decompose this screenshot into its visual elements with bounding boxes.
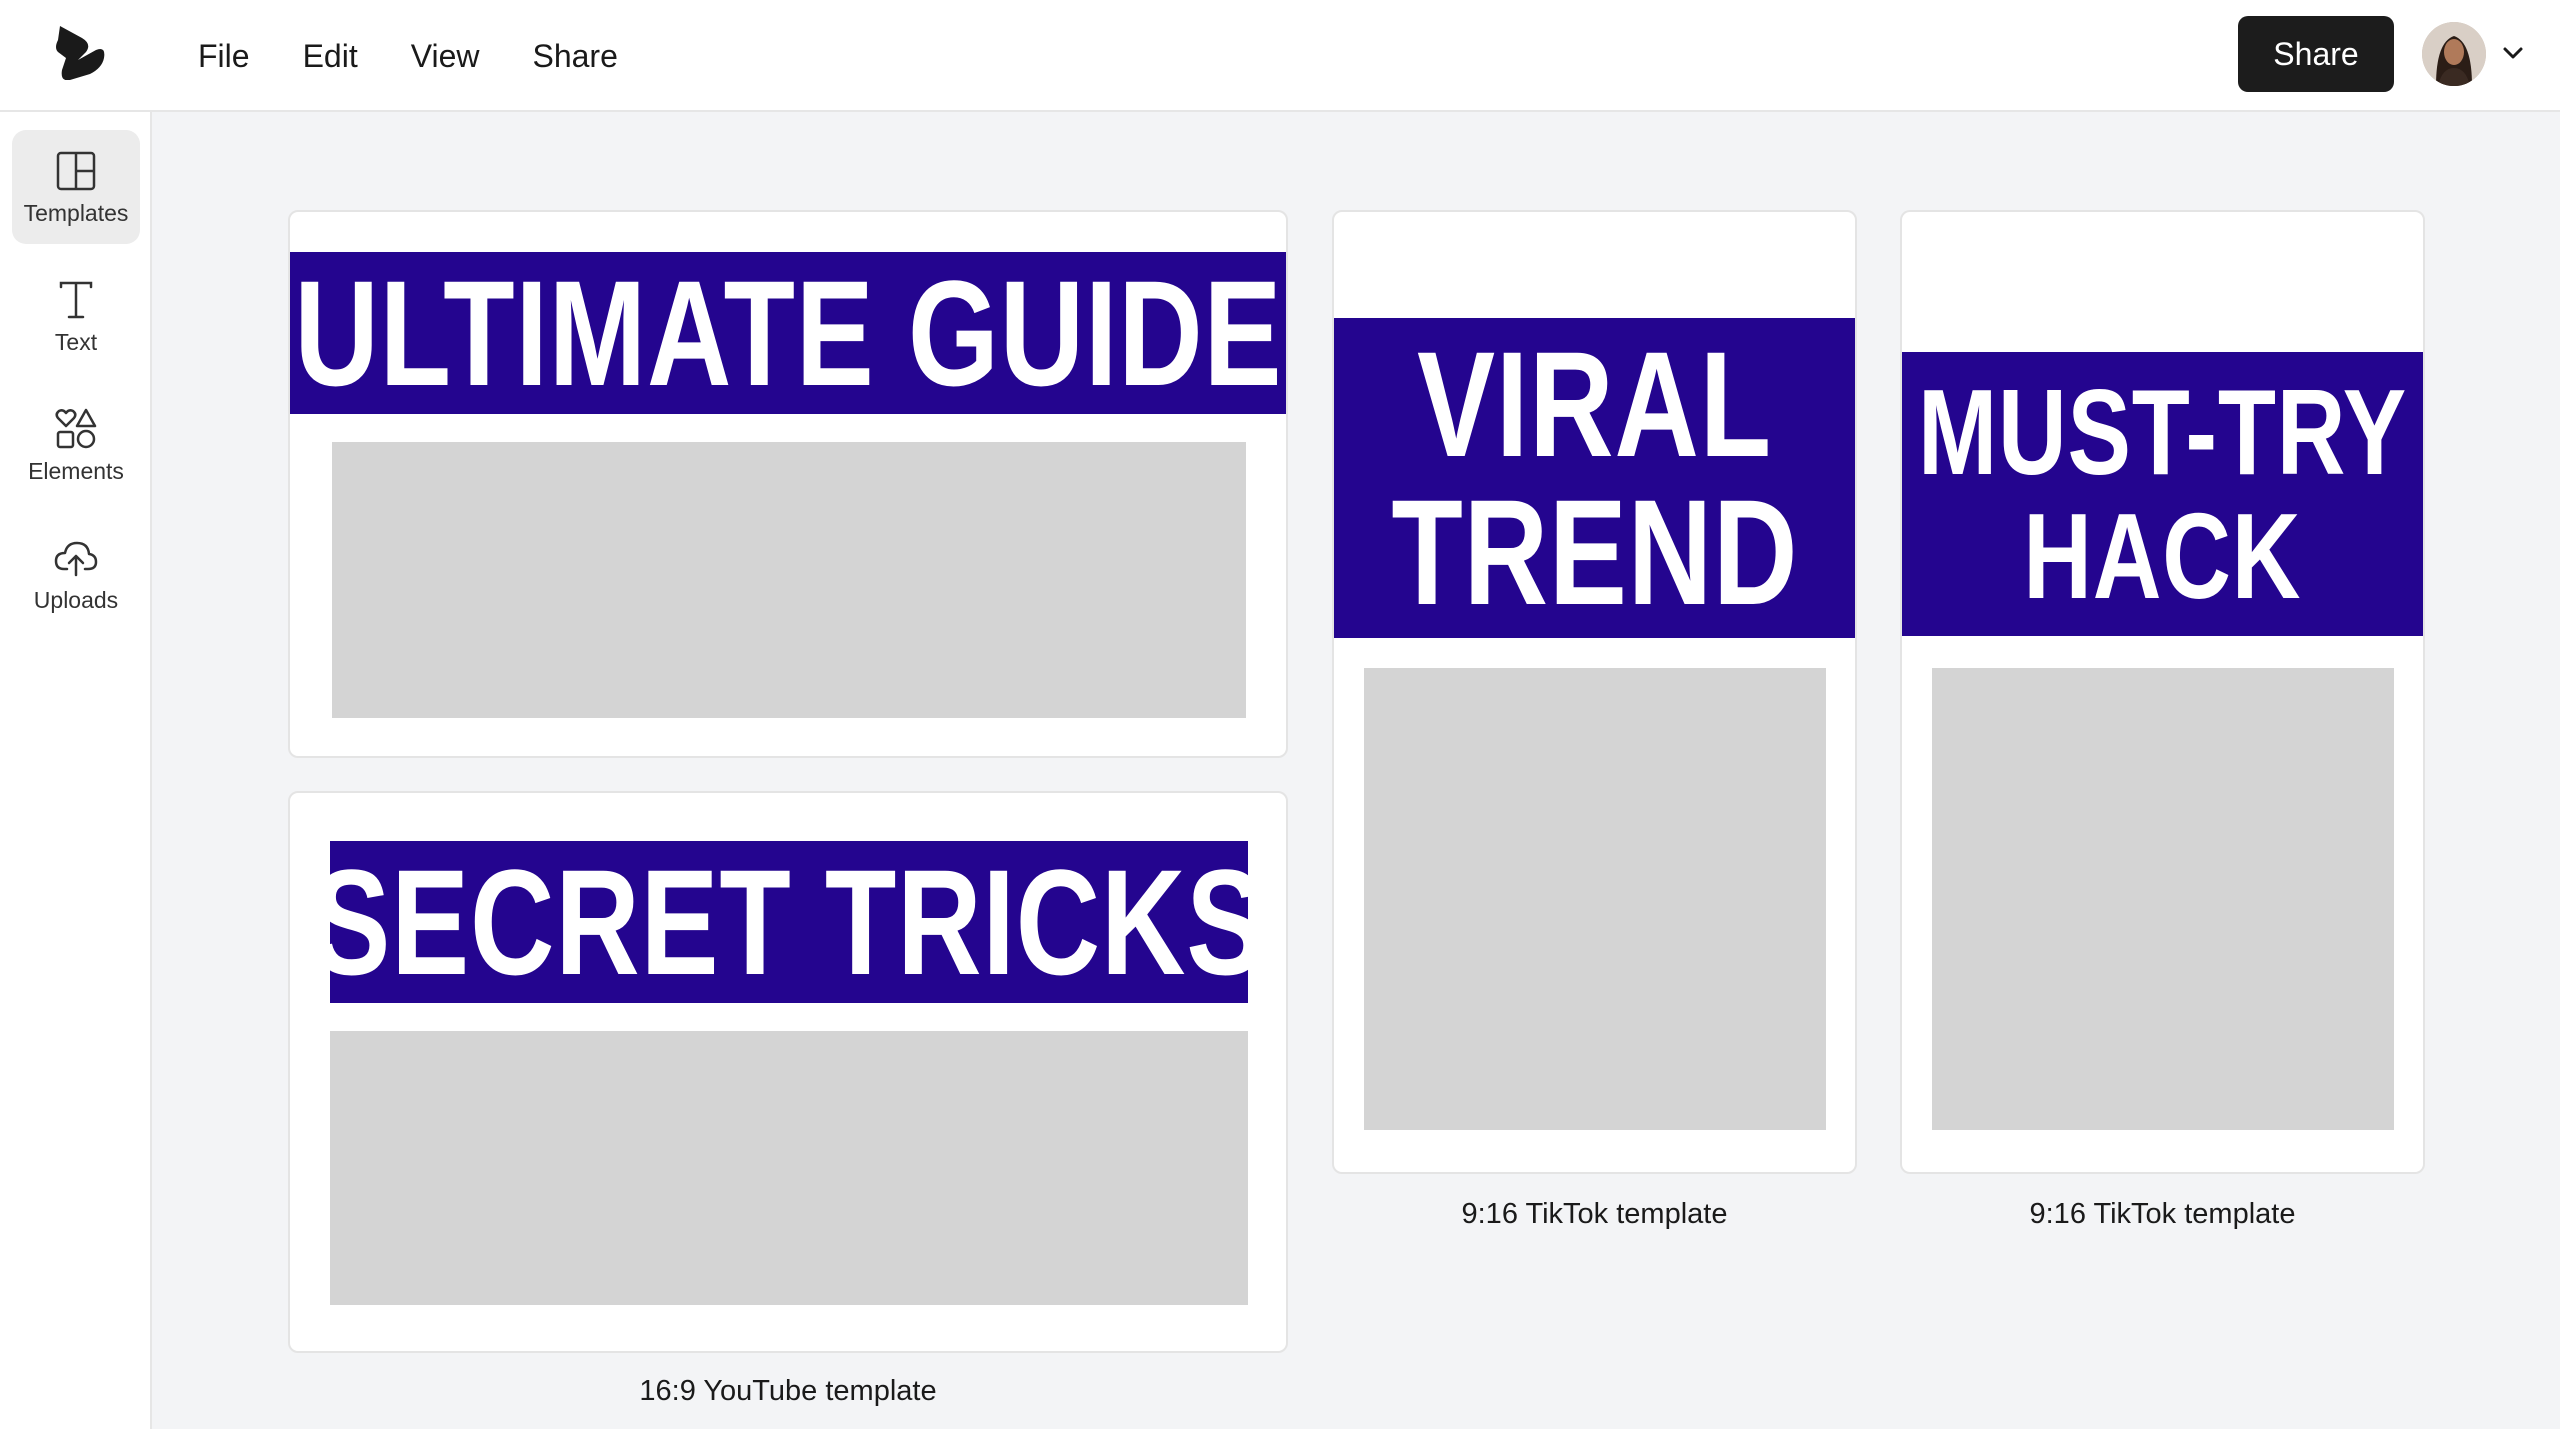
menu-view[interactable]: View bbox=[411, 38, 480, 75]
template-caption: 16:9 YouTube template bbox=[639, 1375, 937, 1407]
template-card-tiktok-must-try-hack[interactable]: MUST-TRY HACK bbox=[1900, 210, 2425, 1174]
main-menu: File Edit View Share bbox=[198, 0, 671, 112]
sidebar-item-label: Elements bbox=[28, 457, 124, 484]
left-sidebar: Templates Text Elements Uploads bbox=[0, 112, 152, 1429]
app-logo-icon[interactable] bbox=[56, 24, 106, 80]
image-placeholder bbox=[1364, 668, 1826, 1130]
layout-icon bbox=[56, 151, 96, 190]
cloud-upload-icon bbox=[54, 541, 98, 576]
template-title-banner: SECRET TRICKS bbox=[313, 838, 1265, 1006]
template-title: SECRET TRICKS bbox=[312, 837, 1266, 1006]
sidebar-item-elements[interactable]: Elements bbox=[12, 388, 140, 502]
top-bar: File Edit View Share Share bbox=[0, 0, 2560, 112]
menu-share[interactable]: Share bbox=[532, 38, 617, 75]
sidebar-item-label: Text bbox=[54, 328, 98, 355]
image-placeholder bbox=[330, 1031, 1248, 1305]
image-placeholder bbox=[332, 442, 1246, 718]
template-title-line1: VIRAL bbox=[1417, 320, 1772, 488]
avatar-photo-icon bbox=[2422, 22, 2486, 86]
shapes-icon bbox=[55, 408, 97, 448]
chevron-down-icon[interactable] bbox=[2498, 38, 2528, 68]
sidebar-item-label: Uploads bbox=[33, 586, 119, 613]
template-caption: 9:16 TikTok template bbox=[2029, 1198, 2296, 1230]
sidebar-item-text[interactable]: Text bbox=[12, 259, 140, 373]
template-title-banner: ULTIMATE GUIDE bbox=[290, 249, 1286, 417]
user-avatar[interactable] bbox=[2422, 22, 2486, 86]
template-card-tiktok-viral-trend[interactable]: VIRAL TREND bbox=[1332, 210, 1857, 1174]
share-button[interactable]: Share bbox=[2238, 16, 2394, 92]
menu-edit[interactable]: Edit bbox=[303, 38, 358, 75]
template-caption: 9:16 TikTok template bbox=[1461, 1198, 1728, 1230]
template-title-line1: MUST-TRY bbox=[1917, 364, 2408, 500]
template-title-line2: TREND bbox=[1391, 468, 1798, 636]
text-icon bbox=[59, 281, 93, 318]
menu-file[interactable]: File bbox=[198, 38, 250, 75]
template-card-youtube-ultimate-guide[interactable]: ULTIMATE GUIDE bbox=[288, 210, 1288, 758]
sidebar-item-uploads[interactable]: Uploads bbox=[12, 517, 140, 631]
sidebar-item-label: Templates bbox=[23, 199, 129, 226]
template-card-youtube-secret-tricks[interactable]: SECRET TRICKS bbox=[288, 791, 1288, 1353]
image-placeholder bbox=[1932, 668, 2394, 1130]
template-title-line2: HACK bbox=[2023, 488, 2302, 624]
sidebar-item-templates[interactable]: Templates bbox=[12, 130, 140, 244]
template-title-banner: MUST-TRY HACK bbox=[1902, 352, 2423, 636]
template-title: ULTIMATE GUIDE bbox=[294, 248, 1283, 417]
template-title-banner: VIRAL TREND bbox=[1334, 318, 1855, 638]
